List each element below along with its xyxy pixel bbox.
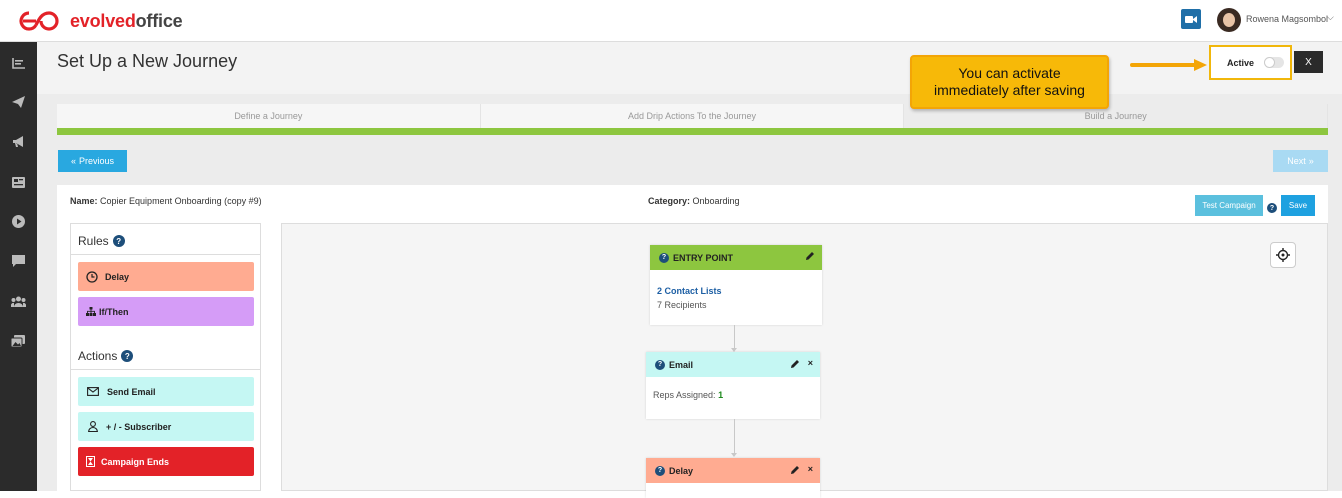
campaign-name: Name: Copier Equipment Onboarding (copy … (70, 196, 262, 206)
logo-text: evolvedoffice (70, 10, 183, 31)
close-icon[interactable]: × (808, 359, 813, 369)
active-label: Active (1227, 57, 1255, 68)
help-icon[interactable]: ? (112, 235, 125, 247)
users-icon[interactable] (10, 293, 26, 309)
envelope-icon (87, 387, 99, 396)
step-define-journey[interactable]: Define a Journey (57, 104, 481, 128)
journey-panel: Name: Copier Equipment Onboarding (copy … (57, 185, 1328, 498)
node-header: ? Email × (646, 352, 820, 377)
recenter-button[interactable] (1270, 242, 1296, 268)
close-icon[interactable]: × (808, 465, 813, 475)
tool-send-email[interactable]: Send Email (78, 377, 254, 406)
delay-node[interactable]: ? Delay × (646, 458, 820, 498)
sidebar (0, 42, 37, 491)
images-icon[interactable] (10, 333, 26, 349)
entry-point-node[interactable]: ? ENTRY POINT 2 Contact Lists 7 Recipien… (650, 245, 822, 325)
newspaper-icon[interactable] (10, 174, 26, 190)
test-campaign-button[interactable]: Test Campaign (1195, 195, 1263, 216)
contact-lists-link[interactable]: 2 Contact Lists (657, 284, 815, 298)
video-camera-icon (1185, 15, 1197, 23)
double-chevron-left-icon: « (70, 156, 76, 166)
node-header: ? ENTRY POINT (650, 245, 822, 270)
active-toggle[interactable] (1264, 57, 1285, 68)
active-toggle-container: Active (1209, 45, 1292, 80)
tool-campaign-ends[interactable]: Campaign Ends (78, 447, 254, 476)
pencil-icon[interactable] (790, 465, 800, 475)
play-circle-icon[interactable] (10, 213, 26, 229)
rules-heading: Rules? (78, 234, 125, 248)
close-button[interactable]: X (1294, 51, 1323, 73)
recipients-count: 7 Recipients (657, 300, 707, 310)
logo[interactable]: evolvedoffice (17, 9, 183, 33)
email-node[interactable]: ? Email × Reps Assigned: 1 (646, 352, 820, 419)
help-icon[interactable]: ? (1267, 203, 1277, 213)
tool-subscriber[interactable]: + / - Subscriber (78, 412, 254, 441)
tool-delay[interactable]: Delay (78, 262, 254, 291)
sitemap-icon (86, 307, 96, 316)
help-icon[interactable]: ? (121, 350, 134, 362)
campaign-category: Category: Onboarding (648, 196, 740, 206)
pencil-icon[interactable] (805, 251, 815, 261)
node-header: ? Delay × (646, 458, 820, 483)
paper-plane-icon[interactable] (10, 94, 26, 110)
help-icon[interactable]: ? (659, 252, 669, 263)
journey-canvas[interactable]: ? ENTRY POINT 2 Contact Lists 7 Recipien… (281, 223, 1328, 498)
user-icon (88, 421, 98, 432)
step-add-drip-actions[interactable]: Add Drip Actions To the Journey (480, 104, 905, 128)
actions-heading: Actions? (78, 349, 134, 363)
top-bar: evolvedoffice Rowena Magsombol ⌵ (0, 0, 1342, 42)
video-call-button[interactable] (1181, 9, 1201, 29)
chevron-down-icon[interactable]: ⌵ (1327, 12, 1334, 23)
double-chevron-right-icon: » (1308, 156, 1314, 166)
chat-icon[interactable] (10, 253, 26, 269)
tool-if-then[interactable]: If/Then (78, 297, 254, 326)
logo-icon (19, 11, 59, 31)
help-icon[interactable]: ? (655, 465, 665, 476)
avatar[interactable] (1217, 8, 1241, 32)
megaphone-icon[interactable] (10, 134, 26, 150)
wizard-steps: Define a Journey Add Drip Actions To the… (57, 104, 1329, 128)
help-icon[interactable]: ? (655, 359, 665, 370)
activation-tooltip: You can activate immediately after savin… (910, 55, 1109, 109)
hourglass-icon (86, 456, 95, 467)
save-button[interactable]: Save (1281, 195, 1315, 216)
reps-assigned: Reps Assigned: 1 (653, 390, 724, 400)
toolbox: Rules? Delay If/Then Actions? Send Email… (70, 223, 261, 491)
page-title: Set Up a New Journey (57, 51, 238, 71)
pencil-icon[interactable] (790, 359, 800, 369)
wizard-progress-bar (57, 128, 1328, 135)
arrow-right-icon (1130, 59, 1207, 71)
clock-icon (86, 270, 98, 283)
crosshair-icon (1276, 248, 1290, 262)
dashboard-icon[interactable] (10, 55, 26, 71)
previous-button[interactable]: « Previous (58, 150, 127, 172)
next-button[interactable]: Next » (1273, 150, 1328, 172)
user-name[interactable]: Rowena Magsombol (1246, 14, 1328, 24)
